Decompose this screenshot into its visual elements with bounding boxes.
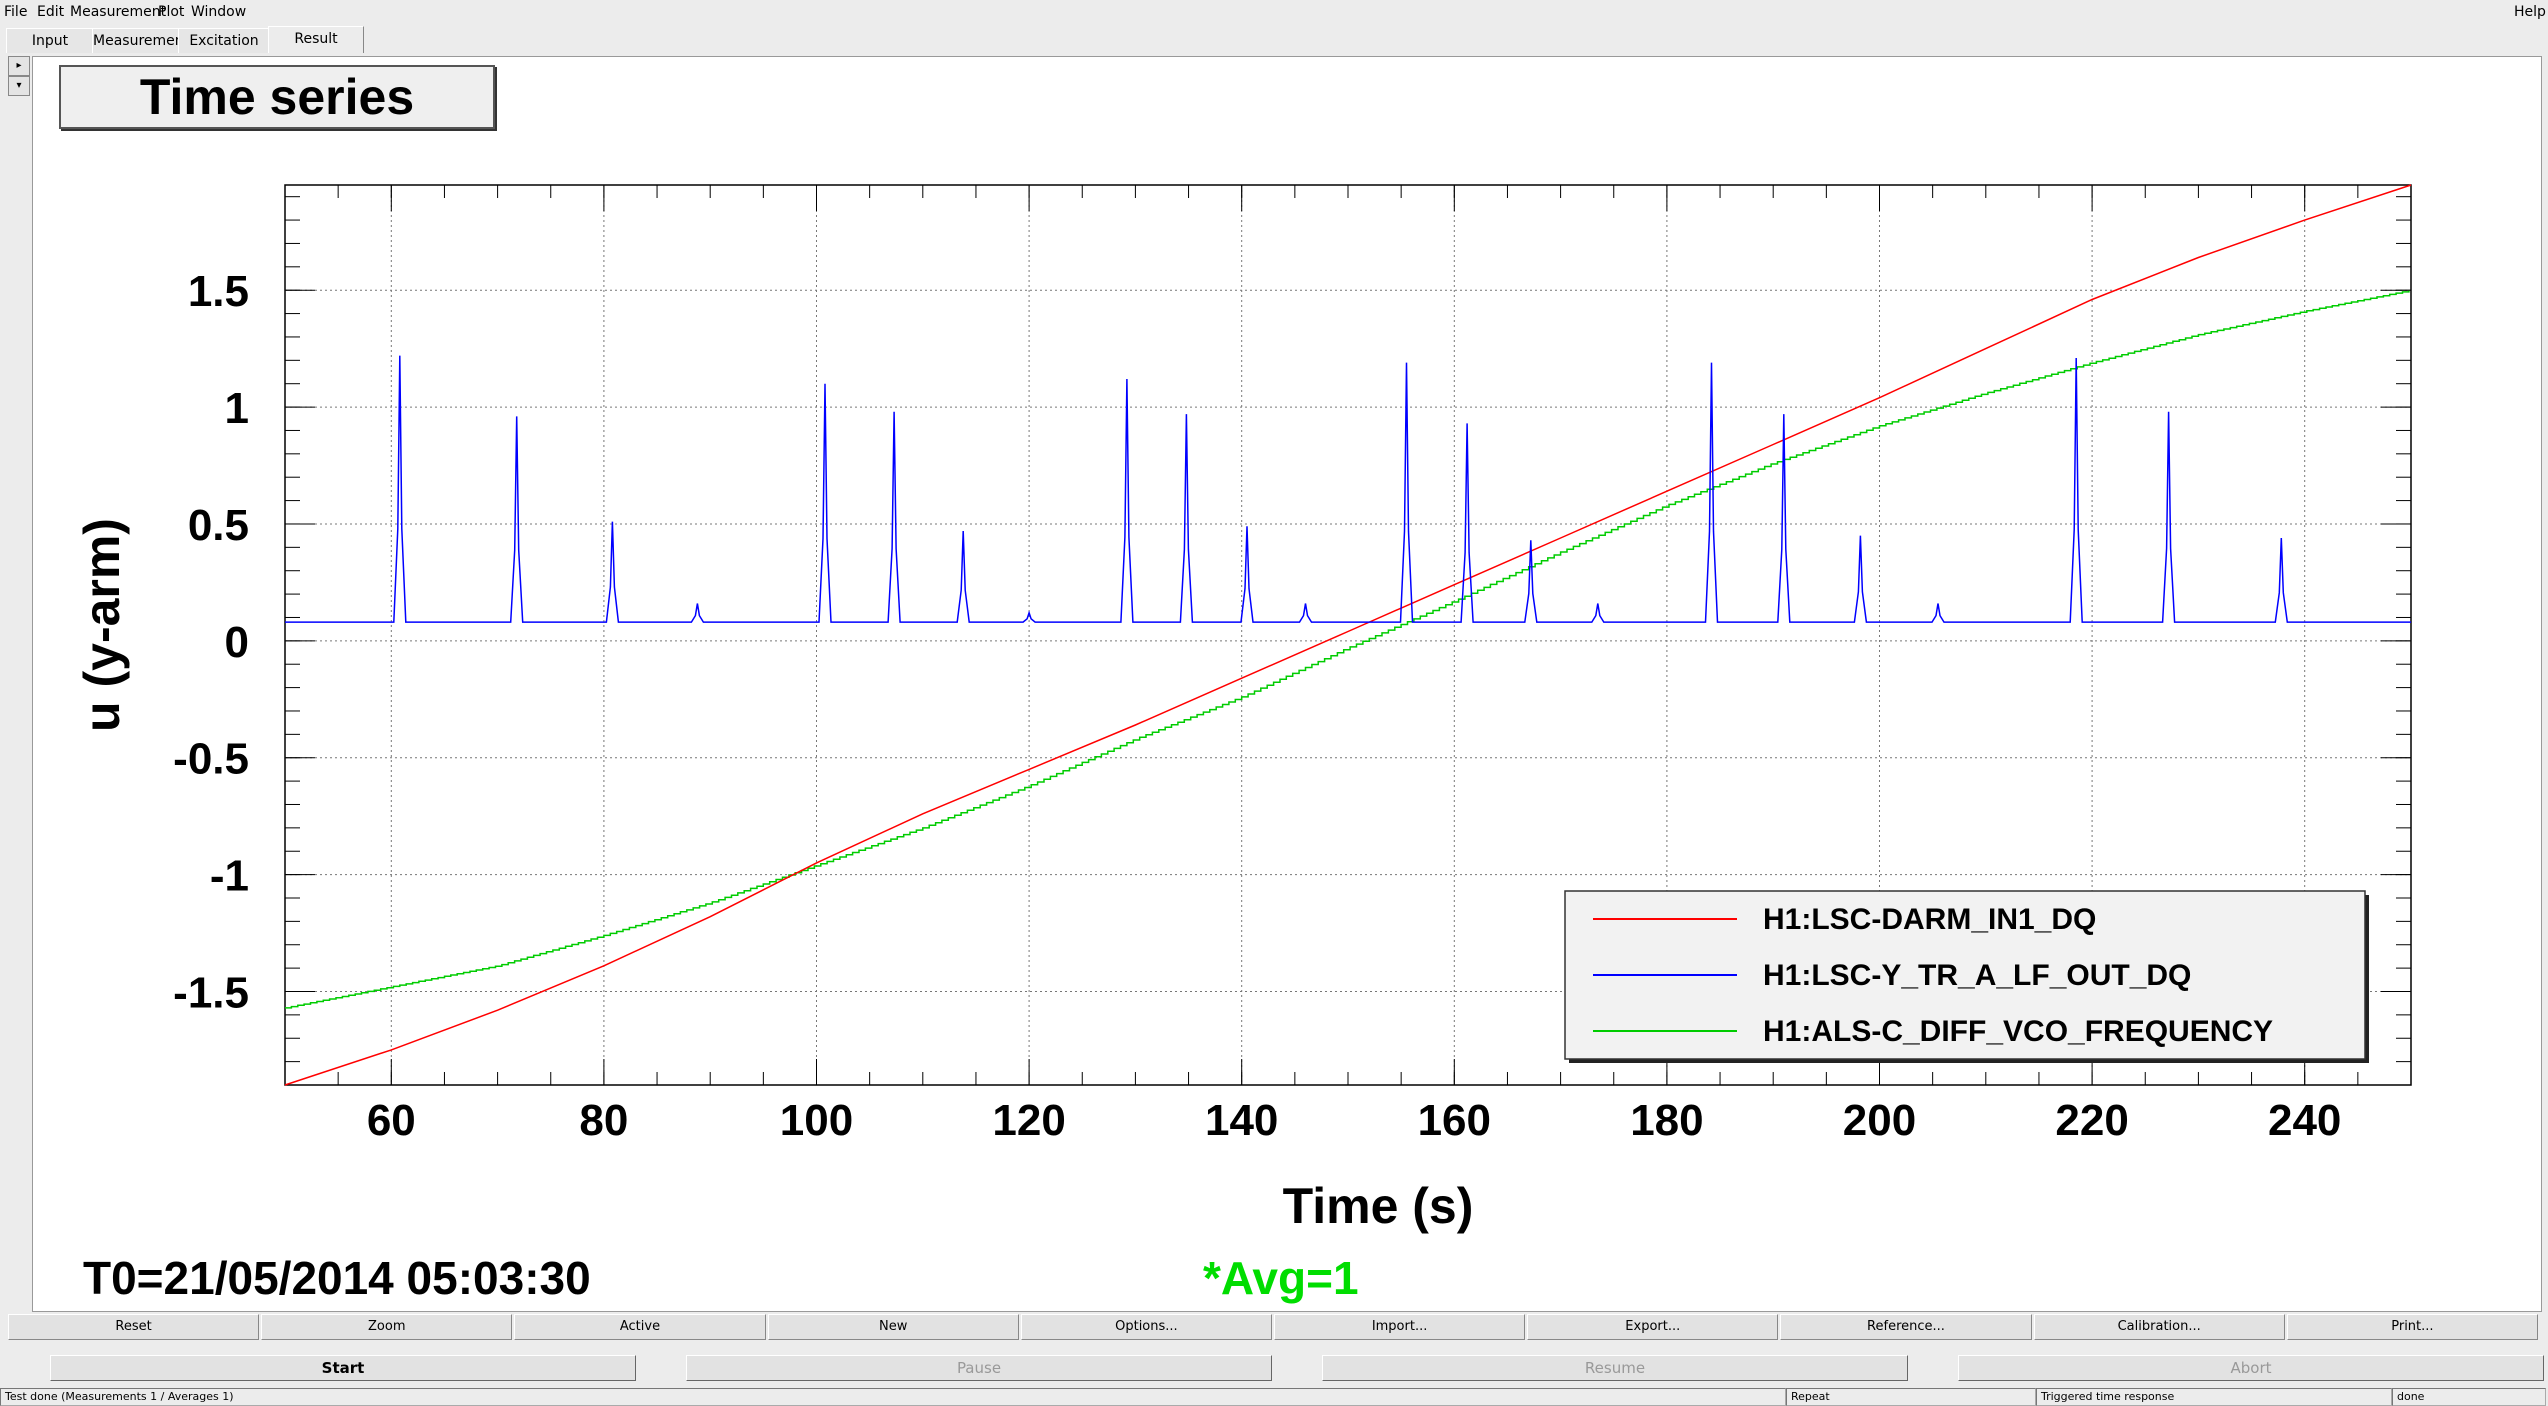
toolbar-button-import[interactable]: Import... xyxy=(1274,1314,1526,1340)
status-mode: Triggered time response xyxy=(2036,1388,2392,1406)
x-tick-label: 100 xyxy=(780,1096,853,1145)
y-tick-label: -1.5 xyxy=(173,968,249,1017)
status-repeat: Repeat xyxy=(1786,1388,2036,1406)
x-tick-label: 240 xyxy=(2268,1096,2341,1145)
abort-button[interactable]: Abort xyxy=(1958,1355,2544,1381)
toolbar-button-options[interactable]: Options... xyxy=(1020,1314,1272,1340)
tab-result[interactable]: Result xyxy=(268,26,364,53)
toolbar-button-export[interactable]: Export... xyxy=(1527,1314,1779,1340)
toolbar-button-print[interactable]: Print... xyxy=(2286,1314,2538,1340)
expand-right-icon[interactable]: ▸ xyxy=(8,56,30,76)
x-tick-label: 200 xyxy=(1843,1096,1916,1145)
x-tick-label: 180 xyxy=(1630,1096,1703,1145)
menu-measurement[interactable]: Measurement xyxy=(70,4,166,20)
x-tick-label: 120 xyxy=(992,1096,1065,1145)
pause-button[interactable]: Pause xyxy=(686,1355,1272,1381)
x-tick-label: 220 xyxy=(2055,1096,2128,1145)
time-series-plot[interactable]: 60 80 100 120 140 160 180 200 220 240 -1.5 -1 -0.5 0 0… xyxy=(33,57,2541,1311)
y-tick-label: -1 xyxy=(210,852,249,901)
y-axis-label: u (y-arm) xyxy=(74,518,130,732)
legend-entry: H1:ALS-C_DIFF_VCO_FREQUENCY xyxy=(1763,1015,2273,1048)
expand-down-icon[interactable]: ▾ xyxy=(8,76,30,96)
x-axis-label: Time (s) xyxy=(1283,1178,1474,1234)
x-tick-label: 60 xyxy=(367,1096,416,1145)
toolbar-button-reference[interactable]: Reference... xyxy=(1780,1314,2032,1340)
resume-button[interactable]: Resume xyxy=(1322,1355,1908,1381)
plot-toolbar: Reset Zoom Active New Options... Import... Exp… xyxy=(8,1314,2540,1340)
toolbar-button-reset[interactable]: Reset xyxy=(8,1314,260,1340)
status-message: Test done (Measurements 1 / Averages 1) xyxy=(0,1388,1786,1406)
menu-plot[interactable]: Plot xyxy=(158,4,184,20)
plot-canvas[interactable]: Time series 60 80 100 120 140 160 180 200 220 240… xyxy=(32,56,2542,1312)
start-button[interactable]: Start xyxy=(50,1355,636,1381)
y-tick-label: -0.5 xyxy=(173,735,249,784)
status-bar: Test done (Measurements 1 / Averages 1) … xyxy=(0,1388,2548,1406)
legend-entry: H1:LSC-Y_TR_A_LF_OUT_DQ xyxy=(1763,959,2191,992)
x-tick-label: 140 xyxy=(1205,1096,1278,1145)
x-tick-label: 80 xyxy=(579,1096,628,1145)
menu-bar: File Edit Measurement Plot Window Help xyxy=(0,0,2548,24)
tab-bar: Input Measurement Excitation Result xyxy=(0,26,2548,54)
legend-entry: H1:LSC-DARM_IN1_DQ xyxy=(1763,903,2096,936)
menu-edit[interactable]: Edit xyxy=(37,4,64,20)
control-toolbar: Start Pause Resume Abort xyxy=(0,1355,2548,1385)
status-state: done xyxy=(2392,1388,2546,1406)
y-tick-label: 1.5 xyxy=(188,267,249,316)
y-tick-label: 0 xyxy=(225,618,249,667)
toolbar-button-zoom[interactable]: Zoom xyxy=(261,1314,513,1340)
menu-help[interactable]: Help xyxy=(2514,4,2546,20)
tab-excitation[interactable]: Excitation xyxy=(178,28,270,53)
x-tick-label: 160 xyxy=(1418,1096,1491,1145)
average-label: *Avg=1 xyxy=(1203,1252,1359,1304)
toolbar-button-new[interactable]: New xyxy=(767,1314,1019,1340)
t0-label: T0=21/05/2014 05:03:30 xyxy=(83,1252,591,1304)
tab-measurement[interactable]: Measurement xyxy=(92,28,189,53)
toolbar-button-calibration[interactable]: Calibration... xyxy=(2033,1314,2285,1340)
y-tick-label: 1 xyxy=(225,384,249,433)
menu-window[interactable]: Window xyxy=(191,4,246,20)
tab-input[interactable]: Input xyxy=(6,28,94,53)
menu-file[interactable]: File xyxy=(4,4,27,20)
toolbar-button-active[interactable]: Active xyxy=(514,1314,766,1340)
y-tick-label: 0.5 xyxy=(188,501,249,550)
